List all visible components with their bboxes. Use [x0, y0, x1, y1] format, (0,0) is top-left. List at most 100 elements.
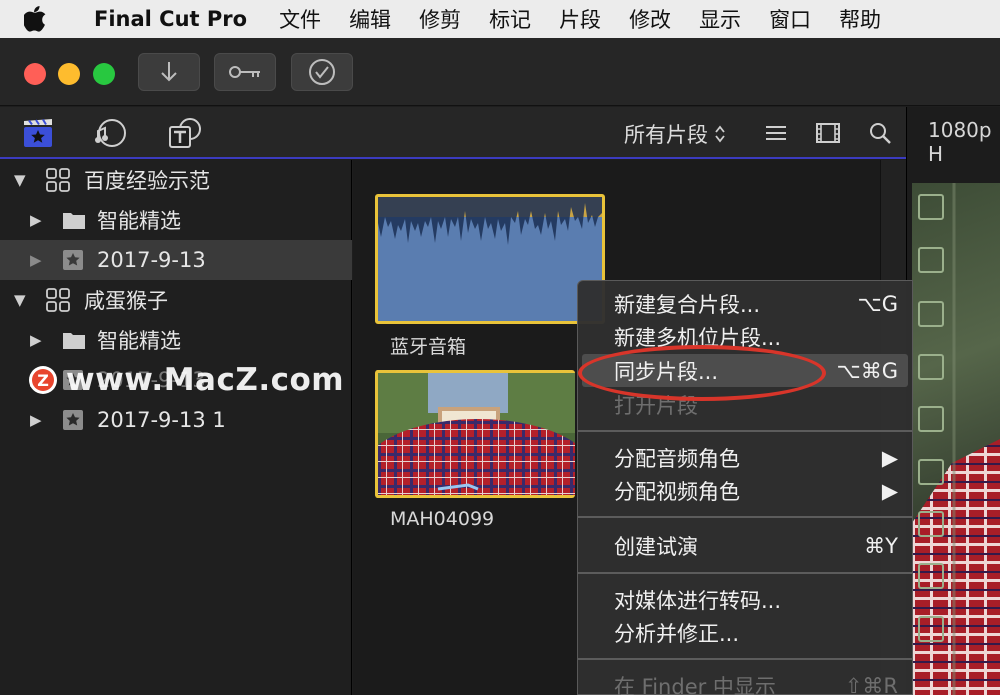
list-view-icon [766, 126, 786, 140]
event-star-icon [63, 250, 83, 270]
menu-item-new-compound-clip[interactable]: 新建复合片段... ⌥G [614, 287, 898, 320]
menu-item-label: 打开片段 [614, 393, 698, 418]
disclosure-closed-icon[interactable]: ▶ [30, 411, 42, 429]
apple-icon [24, 6, 46, 32]
library-grid-icon [46, 168, 70, 192]
disclosure-closed-icon[interactable]: ▶ [30, 251, 42, 269]
viewer-overlay-box [918, 563, 944, 589]
menu-item-label: 新建复合片段... [614, 292, 761, 317]
menu-item-shortcut: ⌘Y [864, 533, 898, 558]
menu-item-reveal-in-finder[interactable]: 在 Finder 中显示 ⇧⌘R [614, 669, 898, 695]
clapperboard-star-icon [24, 118, 52, 147]
menu-item-label: 同步片段... [614, 359, 719, 384]
viewer-overlay-box [918, 354, 944, 380]
search-button[interactable] [868, 117, 892, 149]
menu-item-analyze-and-fix[interactable]: 分析并修正... [614, 616, 898, 649]
menu-item-label: 对媒体进行转码... [614, 588, 782, 613]
filmstrip-icon [816, 123, 840, 143]
menu-item-label: 在 Finder 中显示 [614, 674, 776, 695]
titles-icon [169, 118, 201, 148]
window-toolbar [0, 38, 1000, 106]
menu-window[interactable]: 窗口 [755, 4, 825, 34]
submenu-arrow-icon: ▶ [881, 478, 898, 503]
clip-label: 蓝牙音箱 [390, 336, 467, 358]
titles-generators-tab[interactable] [168, 117, 202, 149]
sidebar-library-xiandan[interactable]: ▼ 咸蛋猴子 [0, 280, 352, 320]
disclosure-closed-icon[interactable]: ▶ [30, 331, 42, 349]
download-arrow-icon [161, 62, 177, 82]
sidebar-item-label: 百度经验示范 [84, 169, 210, 193]
browser-header: 所有片段 [0, 107, 906, 159]
disclosure-open-icon[interactable]: ▼ [14, 291, 26, 309]
disclosure-closed-icon[interactable]: ▶ [30, 211, 42, 229]
libraries-tab[interactable] [22, 117, 54, 149]
menu-view[interactable]: 显示 [685, 4, 755, 34]
checkmark-circle-icon [309, 59, 335, 85]
menu-item-transcode-media[interactable]: 对媒体进行转码... [614, 583, 898, 616]
sidebar-event-2017-9-13-1[interactable]: ▶ 2017-9-13 1 [0, 400, 352, 440]
zoom-window-button[interactable] [93, 63, 115, 85]
menu-item-open-clip: 打开片段 [614, 388, 898, 421]
menu-separator [578, 658, 912, 660]
sidebar-event-2017-9-13[interactable]: ▶ 2017-9-13 [0, 240, 352, 280]
close-window-button[interactable] [24, 63, 46, 85]
menu-edit[interactable]: 编辑 [335, 4, 405, 34]
viewer-overlay-box [918, 247, 944, 273]
menu-app-name[interactable]: Final Cut Pro [70, 7, 265, 31]
folder-icon [63, 213, 85, 229]
menu-item-assign-audio-roles[interactable]: 分配音频角色 ▶ [614, 441, 898, 474]
menu-mark[interactable]: 标记 [475, 4, 545, 34]
sidebar-item-label: 2017-9-13 [97, 248, 206, 272]
sidebar-item-label: 咸蛋猴子 [84, 289, 168, 313]
menu-file[interactable]: 文件 [265, 4, 335, 34]
menu-item-label: 分析并修正... [614, 621, 740, 646]
menu-item-create-audition[interactable]: 创建试演 ⌘Y [614, 529, 898, 562]
library-grid-icon [46, 288, 70, 312]
viewer-overlay-box [918, 406, 944, 432]
viewer-overlay-box [918, 511, 944, 537]
key-icon [229, 66, 260, 78]
music-camera-icon [95, 119, 126, 147]
clip-context-menu: 新建复合片段... ⌥G 新建多机位片段... 同步片段... ⌥⌘G 打开片段… [577, 280, 913, 695]
menu-item-assign-video-roles[interactable]: 分配视频角色 ▶ [614, 474, 898, 507]
event-star-icon [63, 410, 83, 430]
menu-trim[interactable]: 修剪 [405, 4, 475, 34]
keywords-button[interactable] [214, 53, 276, 91]
apple-menu[interactable] [0, 6, 70, 32]
menu-bar: Final Cut Pro 文件 编辑 修剪 标记 片段 修改 显示 窗口 帮助 [0, 0, 1000, 38]
up-down-chevron-icon [715, 125, 725, 143]
sidebar-smart-collections[interactable]: ▶ 智能精选 [0, 320, 352, 360]
photos-audio-tab[interactable] [94, 117, 128, 149]
svg-text:Z: Z [37, 371, 49, 390]
sidebar-library-baidu[interactable]: ▼ 百度经验示范 [0, 160, 352, 200]
menu-help[interactable]: 帮助 [825, 4, 895, 34]
menu-modify[interactable]: 修改 [615, 4, 685, 34]
menu-item-label: 分配音频角色 [614, 446, 740, 471]
menu-item-label: 创建试演 [614, 534, 698, 559]
menu-item-shortcut: ⌥G [857, 291, 898, 316]
sidebar-smart-collections[interactable]: ▶ 智能精选 [0, 200, 352, 240]
disclosure-open-icon[interactable]: ▼ [14, 171, 26, 189]
menu-item-label: 分配视频角色 [614, 479, 740, 504]
clip-filter-label: 所有片段 [624, 123, 708, 147]
watermark-logo-icon: Z [29, 366, 57, 394]
menu-clip[interactable]: 片段 [545, 4, 615, 34]
sidebar-item-label: 2017-9-13 1 [97, 408, 226, 432]
viewer-resolution-label: 1080p H [928, 118, 992, 166]
watermark-text: www.MacZ.com [66, 362, 345, 398]
clip-thumbnail-audio[interactable] [375, 194, 605, 324]
clip-appearance-button[interactable] [815, 117, 841, 149]
menu-separator [578, 430, 912, 432]
menu-item-new-multicam-clip[interactable]: 新建多机位片段... [614, 320, 898, 353]
list-view-button[interactable] [764, 117, 788, 149]
video-frame-image [378, 373, 575, 495]
background-tasks-button[interactable] [291, 53, 353, 91]
import-button[interactable] [138, 53, 200, 91]
menu-separator [578, 516, 912, 518]
menu-item-synchronize-clips[interactable]: 同步片段... ⌥⌘G [582, 354, 908, 387]
minimize-window-button[interactable] [58, 63, 80, 85]
search-icon [870, 123, 891, 144]
clip-thumbnail-video[interactable] [375, 370, 575, 498]
clip-filter-dropdown[interactable]: 所有片段 [624, 119, 726, 149]
submenu-arrow-icon: ▶ [881, 445, 898, 470]
